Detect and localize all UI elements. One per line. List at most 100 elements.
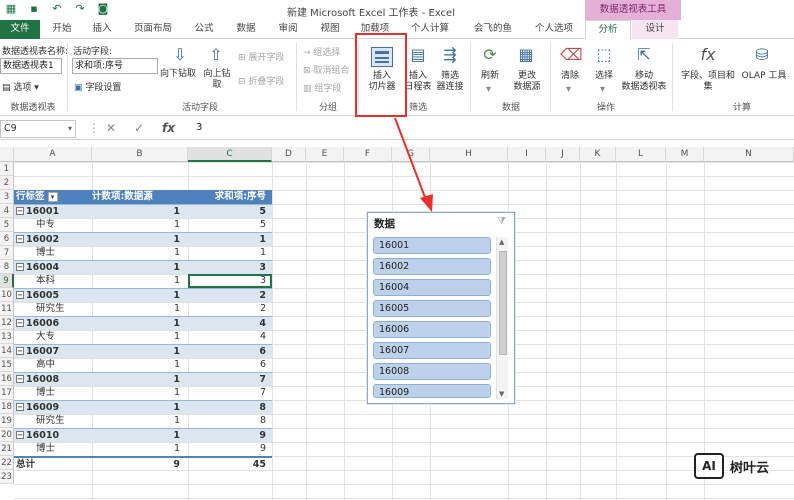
pivot-options-button[interactable]: ▤ 选项 ▾ — [2, 80, 39, 93]
count-cell[interactable]: 1 — [92, 317, 184, 331]
refresh-button[interactable]: 刷新 — [474, 71, 506, 82]
row-label-cell[interactable]: −16004 — [16, 261, 90, 275]
group-selection-button[interactable]: → 组选择 — [303, 45, 340, 58]
count-cell[interactable]: 1 — [92, 429, 184, 443]
camera-icon[interactable]: ◙ — [96, 2, 110, 15]
table-row[interactable]: 研究生 1 8 — [14, 414, 272, 428]
column-header[interactable]: G — [392, 147, 430, 162]
collapse-icon[interactable]: − — [16, 291, 24, 299]
slicer-item[interactable]: 16001 — [373, 237, 491, 254]
sum-cell[interactable]: 7 — [188, 373, 270, 387]
column-header[interactable]: H — [430, 147, 508, 162]
count-cell[interactable]: 1 — [92, 401, 184, 415]
collapse-icon[interactable]: − — [16, 207, 24, 215]
scrollbar-thumb[interactable] — [499, 251, 507, 355]
sum-cell[interactable]: 7 — [188, 386, 270, 400]
row-header[interactable]: 1 — [0, 162, 14, 176]
tab-home[interactable]: 开始 — [44, 20, 80, 39]
ungroup-button[interactable]: ⊠ 取消组合 — [303, 63, 349, 76]
row-label-cell[interactable]: 本科 — [16, 274, 90, 288]
row-header[interactable]: 14 — [0, 344, 14, 358]
row-header[interactable]: 13 — [0, 330, 14, 344]
name-box[interactable]: C9 ▾ — [0, 120, 76, 138]
count-cell[interactable]: 1 — [92, 330, 184, 344]
column-header[interactable]: L — [616, 147, 666, 162]
tab-page-layout[interactable]: 页面布局 — [126, 20, 180, 39]
table-row[interactable]: −16001 1 5 — [14, 204, 272, 218]
slicer-item[interactable]: 16005 — [373, 300, 491, 317]
slicer-item[interactable]: 16008 — [373, 363, 491, 380]
row-label-cell[interactable]: −16001 — [16, 205, 90, 219]
collapse-icon[interactable]: − — [16, 235, 24, 243]
table-row[interactable]: −16007 1 6 — [14, 344, 272, 358]
row-header[interactable]: 20 — [0, 428, 14, 442]
table-row[interactable]: −16005 1 2 — [14, 288, 272, 302]
sum-cell[interactable]: 8 — [188, 414, 270, 428]
insert-function-icon[interactable]: fx — [162, 121, 175, 135]
collapse-icon[interactable]: − — [16, 375, 24, 383]
row-header[interactable]: 6 — [0, 232, 14, 246]
row-label-cell[interactable]: −16008 — [16, 373, 90, 387]
count-cell[interactable]: 1 — [92, 442, 184, 456]
field-settings-button[interactable]: ▣ 字段设置 — [74, 80, 121, 93]
save-icon[interactable]: ▪ — [27, 2, 41, 15]
row-header[interactable]: 10 — [0, 288, 14, 302]
group-field-button[interactable]: ▥ 组字段 — [303, 81, 341, 94]
select-button[interactable]: 选择 — [588, 71, 620, 82]
pivot-header-cell[interactable]: 求和项:序号 — [188, 190, 270, 204]
table-row[interactable]: 高中 1 6 — [14, 358, 272, 372]
tab-insert[interactable]: 插入 — [84, 20, 120, 39]
move-pivot-button[interactable]: 移动 数据透视表 — [618, 71, 670, 93]
row-header[interactable]: 8 — [0, 260, 14, 274]
count-cell[interactable]: 1 — [92, 345, 184, 359]
tab-personal-calc[interactable]: 个人计算 — [402, 20, 458, 39]
row-label-cell[interactable]: 研究生 — [16, 302, 90, 316]
tab-formulas[interactable]: 公式 — [186, 20, 222, 39]
row-label-cell[interactable]: 博士 — [16, 246, 90, 260]
clear-button[interactable]: 清除 — [554, 71, 586, 82]
sum-cell[interactable]: 8 — [188, 401, 270, 415]
count-cell[interactable]: 1 — [92, 205, 184, 219]
sum-cell[interactable]: 4 — [188, 317, 270, 331]
collapse-icon[interactable]: − — [16, 263, 24, 271]
column-header[interactable]: F — [344, 147, 392, 162]
sum-cell[interactable]: 1 — [188, 246, 270, 260]
slicer-item[interactable]: 16006 — [373, 321, 491, 338]
table-row[interactable]: 大专 1 4 — [14, 330, 272, 344]
total-sum-cell[interactable]: 45 — [188, 458, 270, 472]
table-row[interactable]: −16004 1 3 — [14, 260, 272, 274]
row-label-cell[interactable]: 博士 — [16, 442, 90, 456]
row-header[interactable]: 7 — [0, 246, 14, 260]
row-label-cell[interactable]: −16007 — [16, 345, 90, 359]
table-row[interactable]: 研究生 1 2 — [14, 302, 272, 316]
row-header[interactable]: 22 — [0, 456, 14, 470]
column-header[interactable]: J — [546, 147, 580, 162]
tab-file[interactable]: 文件 — [0, 20, 40, 39]
column-header[interactable]: E — [306, 147, 344, 162]
count-cell[interactable]: 1 — [92, 289, 184, 303]
fields-items-sets-button[interactable]: 字段、项目和 集 — [676, 71, 740, 93]
row-label-cell[interactable]: 大专 — [16, 330, 90, 344]
scroll-down-icon[interactable]: ▼ — [499, 390, 504, 398]
tab-data[interactable]: 数据 — [228, 20, 264, 39]
sum-cell[interactable]: 1 — [188, 233, 270, 247]
count-cell[interactable]: 1 — [92, 261, 184, 275]
count-cell[interactable]: 1 — [92, 233, 184, 247]
row-label-cell[interactable]: −16010 — [16, 429, 90, 443]
total-label-cell[interactable]: 总计 — [16, 458, 90, 472]
tab-view[interactable]: 视图 — [312, 20, 348, 39]
sum-cell[interactable]: 6 — [188, 358, 270, 372]
table-row[interactable]: 博士 1 1 — [14, 246, 272, 260]
sum-cell[interactable]: 4 — [188, 330, 270, 344]
sum-cell[interactable]: 6 — [188, 345, 270, 359]
change-source-button[interactable]: 更改 数据源 — [508, 71, 546, 93]
count-cell[interactable]: 1 — [92, 246, 184, 260]
column-header[interactable]: I — [508, 147, 546, 162]
table-row[interactable]: −16008 1 7 — [14, 372, 272, 386]
scroll-up-icon[interactable]: ▲ — [499, 238, 504, 246]
tab-analyze[interactable]: 分析 — [585, 20, 631, 40]
row-header[interactable]: 4 — [0, 204, 14, 218]
count-cell[interactable]: 1 — [92, 373, 184, 387]
sum-cell[interactable]: 9 — [188, 442, 270, 456]
row-header[interactable]: 9 — [0, 274, 14, 288]
